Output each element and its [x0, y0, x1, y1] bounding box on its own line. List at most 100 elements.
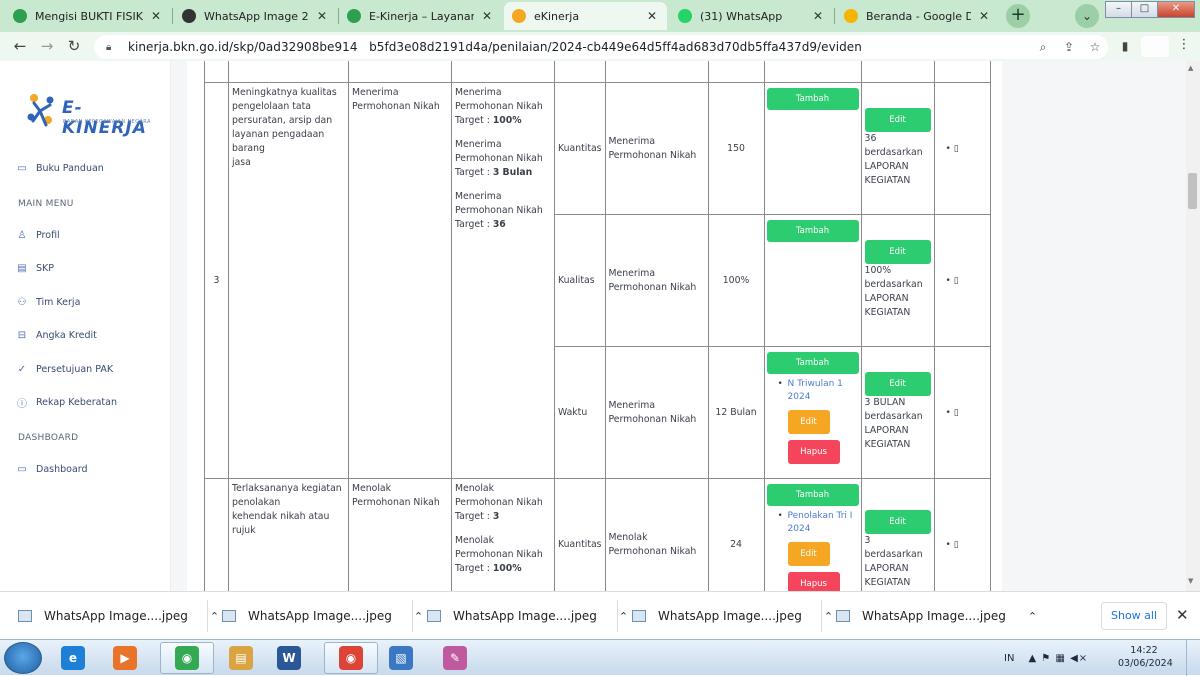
tambah-button[interactable]: Tambah [766, 352, 859, 374]
browser-tab[interactable]: E-Kinerja – Layanan KU ✕ [339, 2, 502, 30]
taskbar-button[interactable]: ✎ [432, 642, 478, 674]
url-text[interactable]: kinerja.bkn.go.id/skp/0ad32908be914 b5fd… [128, 40, 1030, 54]
sidebar-item-skp[interactable]: ▤ SKP [16, 260, 54, 276]
taskbar-button[interactable]: e [50, 642, 96, 674]
new-tab-button[interactable]: + [1006, 4, 1030, 28]
download-item[interactable]: WhatsApp Image....jpeg ⌃ [222, 592, 423, 640]
cell-text: kehendak nikah atau [232, 511, 330, 522]
taskbar-button[interactable]: ▶ [102, 642, 148, 674]
tambah-button[interactable]: Tambah [766, 484, 859, 506]
targets-cell-b: Menolak Permohonan Nikah Target : 3 Meno… [451, 478, 555, 591]
sidebar-item-persetujuan-pak[interactable]: ✓ Persetujuan PAK [16, 361, 113, 377]
evidence-table: 3 Meningkatnya kualitas pengelolaan tata… [204, 61, 991, 591]
browser-tab[interactable]: Mengisi BUKTI FISIK da ✕ [5, 2, 171, 30]
edit-realization-button[interactable]: Edit [864, 108, 931, 132]
edit-realization-button[interactable]: Edit [864, 240, 931, 264]
download-item[interactable]: WhatsApp Image....jpeg ⌃ [632, 592, 833, 640]
sidebar-item-tim-kerja[interactable]: ⚇ Tim Kerja [16, 294, 81, 310]
hapus-button[interactable]: Hapus [787, 440, 840, 464]
evidence-link[interactable]: N Triwulan 1 2024 [778, 378, 858, 404]
link-text[interactable]: N Triwulan 1 [788, 378, 858, 391]
explorer-icon: ▤ [229, 646, 253, 670]
tambah-button[interactable]: Tambah [766, 88, 859, 110]
minimize-button[interactable]: – [1105, 1, 1132, 18]
browser-menu-icon[interactable]: ⋮ [1176, 37, 1192, 52]
show-desktop-button[interactable] [1186, 640, 1200, 676]
user-icon: ♙ [17, 229, 27, 241]
browser-tab[interactable]: eKinerja ✕ [504, 2, 667, 30]
edit-evidence-button[interactable]: Edit [787, 542, 830, 566]
sidebar-item-rekap-keberatan[interactable]: ⓘ Rekap Keberatan [16, 394, 117, 410]
download-item[interactable]: WhatsApp Image....jpeg ⌃ [427, 592, 628, 640]
scroll-down-icon[interactable]: ▼ [1188, 577, 1193, 585]
evidence-link[interactable]: Penolakan Tri I 2024 [778, 510, 858, 536]
close-icon[interactable]: ✕ [811, 9, 825, 23]
chevron-up-icon[interactable]: ⌃ [619, 610, 628, 623]
edit-realization-button[interactable]: Edit [864, 372, 931, 396]
vertical-scrollbar[interactable]: ▲ ▼ [1186, 61, 1200, 591]
cell-text: 100% [864, 265, 892, 276]
sidebar-item-profil[interactable]: ♙ Profil [16, 227, 60, 243]
show-all-button[interactable]: Show all [1101, 602, 1167, 630]
sidebar-item-buku-panduan[interactable]: ▭ Buku Panduan [16, 160, 104, 176]
ekinerja-logo[interactable]: E-KINERJA BADAN KEPEGAWAIAN NEGARA [24, 91, 154, 138]
browser-tab[interactable]: (31) WhatsApp ✕ [670, 2, 833, 30]
tambah-button[interactable]: Tambah [766, 220, 859, 242]
language-indicator[interactable]: IN [1004, 653, 1014, 664]
windows-taskbar: e ▶ ◉ ▤ W ◉ ▧ ✎ IN ▲ ⚑ ▦ ◀× 14:22 03/06/2024 [0, 639, 1200, 676]
address-bar[interactable]: 🔒︎ kinerja.bkn.go.id/skp/0ad32908be914 b… [94, 35, 1108, 59]
tab-separator [172, 8, 173, 24]
dashboard-header: DASHBOARD [18, 433, 79, 443]
bookmark-star-icon[interactable]: ☆ [1082, 40, 1108, 54]
hapus-button[interactable]: Hapus [787, 572, 840, 591]
indicator-cell: Menolak Permohonan Nikah [604, 478, 709, 591]
chevron-up-icon[interactable]: ⌃ [210, 610, 219, 623]
tab-title: E-Kinerja – Layanan KU [369, 9, 474, 23]
reload-button[interactable]: ↻ [64, 37, 84, 57]
taskbar-button[interactable]: W [266, 642, 312, 674]
close-icon[interactable]: ✕ [149, 9, 163, 23]
sidebar-item-label: Angka Kredit [36, 329, 97, 341]
share-icon[interactable]: ⇪ [1056, 40, 1082, 54]
sidebar-item-angka-kredit[interactable]: ⊟ Angka Kredit [16, 327, 97, 343]
chevron-up-icon[interactable]: ⌃ [1028, 610, 1037, 623]
browser-tab[interactable]: WhatsApp Image 2024 ✕ [174, 2, 337, 30]
sidebar-item-dashboard[interactable]: ▭ Dashboard [16, 461, 87, 477]
download-item[interactable]: WhatsApp Image....jpeg ⌃ [18, 592, 219, 640]
taskbar-button[interactable]: ▧ [378, 642, 424, 674]
start-button[interactable] [4, 642, 42, 674]
edit-realization-button[interactable]: Edit [864, 510, 931, 534]
taskbar-button[interactable]: ◉ [160, 642, 214, 674]
tab-search-button[interactable]: ⌄ [1075, 4, 1099, 28]
forward-button[interactable]: → [37, 37, 57, 57]
edit-evidence-button[interactable]: Edit [787, 410, 830, 434]
window-close-button[interactable]: ✕ [1157, 1, 1195, 18]
cell-text: berdasarkan [864, 147, 923, 158]
link-text[interactable]: 2024 [788, 523, 858, 536]
system-tray: IN ▲ ⚑ ▦ ◀× [1004, 644, 1088, 672]
close-icon[interactable]: ✕ [977, 9, 991, 23]
zoom-icon[interactable]: ⌕ [1030, 40, 1056, 55]
close-icon[interactable]: ✕ [645, 9, 659, 23]
close-downloads-icon[interactable]: ✕ [1176, 606, 1189, 624]
maximize-button[interactable]: □ [1131, 1, 1158, 18]
side-panel-icon[interactable]: ▮ [1115, 37, 1135, 57]
browser-tab[interactable]: Beranda - Google Drive ✕ [836, 2, 999, 30]
close-icon[interactable]: ✕ [315, 9, 329, 23]
cell-text: jasa [232, 157, 251, 168]
download-item[interactable]: WhatsApp Image....jpeg ⌃ [836, 592, 1037, 640]
chevron-up-icon[interactable]: ⌃ [824, 610, 833, 623]
taskbar-button[interactable]: ◉ [324, 642, 378, 674]
chevron-up-icon[interactable]: ⌃ [414, 610, 423, 623]
profile-avatar[interactable] [1141, 36, 1169, 57]
link-text[interactable]: 2024 [788, 391, 858, 404]
scrollbar-thumb[interactable] [1188, 173, 1197, 209]
scroll-up-icon[interactable]: ▲ [1188, 64, 1193, 72]
link-text[interactable]: Penolakan Tri I [788, 510, 858, 523]
tray-icons[interactable]: ▲ ⚑ ▦ ◀× [1028, 653, 1088, 664]
close-icon[interactable]: ✕ [480, 9, 494, 23]
taskbar-button[interactable]: ▤ [218, 642, 264, 674]
back-button[interactable]: ← [10, 37, 30, 57]
clock[interactable]: 14:22 03/06/2024 [1118, 644, 1173, 670]
cell-text: layanan pengadaan [232, 129, 325, 140]
